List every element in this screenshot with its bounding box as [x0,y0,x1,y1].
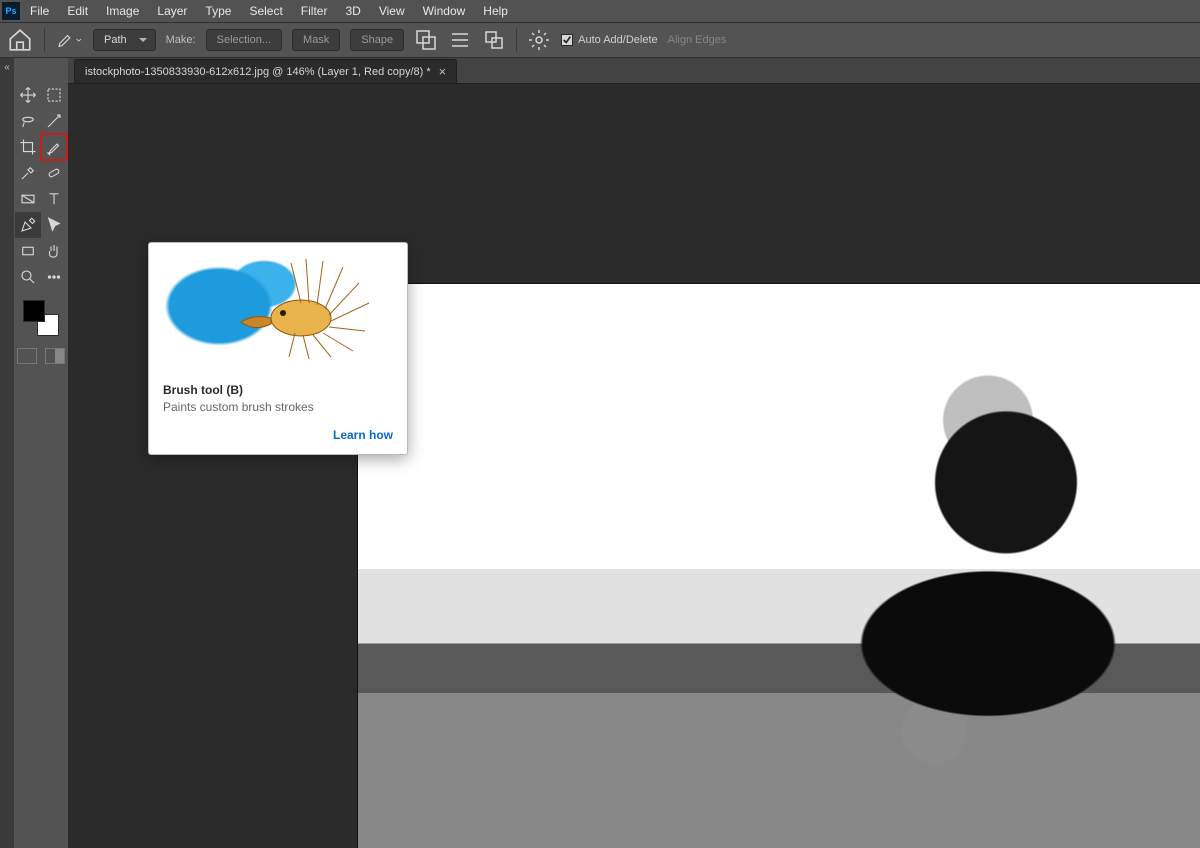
canvas-viewport[interactable]: Brush tool (B) Paints custom brush strok… [68,84,1200,848]
edit-toolbar[interactable] [41,264,67,290]
ellipsis-icon [45,268,63,286]
eyedropper-tool[interactable] [15,160,41,186]
workspace: « [0,58,1200,848]
path-ops-icon [414,28,438,52]
menu-3d[interactable]: 3D [337,1,368,21]
make-selection-button[interactable]: Selection... [206,29,282,51]
checkbox-checked-icon [561,34,573,46]
brush-tool[interactable] [41,134,67,160]
document-area: istockphoto-1350833930-612x612.jpg @ 146… [68,58,1200,848]
gradient-icon [19,190,37,208]
lasso-tool[interactable] [15,108,41,134]
path-mode-select[interactable]: Path [93,29,156,51]
menu-edit[interactable]: Edit [59,1,96,21]
crop-icon [19,138,37,156]
menu-view[interactable]: View [371,1,413,21]
app-logo: Ps [2,2,20,20]
tools-panel [14,58,68,848]
chevron-down-icon [76,36,82,44]
spot-heal-tool[interactable] [41,160,67,186]
brush-icon [45,138,63,156]
crop-tool[interactable] [15,134,41,160]
options-bar: Path Make: Selection... Mask Shape Auto … [0,22,1200,58]
menu-help[interactable]: Help [475,1,516,21]
gradient-tool[interactable] [15,186,41,212]
canvas-image-content [358,284,1200,848]
quick-mask-mode-button[interactable] [45,348,65,364]
pen-icon [19,216,37,234]
menu-bar: Ps File Edit Image Layer Type Select Fil… [0,0,1200,22]
foreground-color-swatch[interactable] [23,300,45,322]
move-tool[interactable] [15,82,41,108]
separator [44,28,45,52]
path-arrangement-button[interactable] [482,28,506,52]
wand-icon [45,112,63,130]
hand-icon [45,242,63,260]
lasso-icon [19,112,37,130]
menu-type[interactable]: Type [197,1,239,21]
gear-icon [527,28,551,52]
quick-select-tool[interactable] [41,108,67,134]
pen-tool[interactable] [15,212,41,238]
home-button[interactable] [6,26,34,54]
rectangle-tool[interactable] [15,238,41,264]
menu-window[interactable]: Window [415,1,474,21]
type-icon [45,190,63,208]
make-label: Make: [166,34,196,46]
zoom-tool[interactable] [15,264,41,290]
close-tab-button[interactable]: × [439,65,447,78]
tooltip-title: Brush tool (B) [163,383,393,397]
auto-add-delete-toggle[interactable]: Auto Add/Delete [561,34,658,46]
tooltip-learn-how-link[interactable]: Learn how [163,428,393,442]
arrow-cursor-icon [45,216,63,234]
marquee-tool[interactable] [41,82,67,108]
separator [516,28,517,52]
path-select-tool[interactable] [41,212,67,238]
bandage-icon [45,164,63,182]
path-mode-label: Path [104,34,127,46]
auto-add-delete-label: Auto Add/Delete [578,34,658,46]
zoom-icon [19,268,37,286]
home-icon [7,27,33,53]
hand-tool[interactable] [41,238,67,264]
collapse-panels-button[interactable]: « [4,62,10,73]
tooltip-preview [149,243,407,373]
current-tool-indicator[interactable] [55,26,83,54]
menu-image[interactable]: Image [98,1,147,21]
standard-mode-button[interactable] [17,348,37,364]
document-tab-title: istockphoto-1350833930-612x612.jpg @ 146… [85,66,431,78]
foreground-background-colors[interactable] [21,298,61,338]
panel-collapse-column: « [0,58,14,848]
tooltip-fish-illustration [231,253,381,363]
type-tool[interactable] [41,186,67,212]
marquee-icon [45,86,63,104]
tooltip-description: Paints custom brush strokes [163,400,393,414]
pen-icon [56,31,74,49]
eyedropper-icon [19,164,37,182]
menu-filter[interactable]: Filter [293,1,336,21]
menu-select[interactable]: Select [241,1,290,21]
canvas[interactable] [358,284,1200,848]
make-shape-button[interactable]: Shape [350,29,404,51]
arrange-icon [482,28,506,52]
align-icon [448,28,472,52]
tool-rich-tooltip: Brush tool (B) Paints custom brush strok… [148,242,408,455]
path-operations-button[interactable] [414,28,438,52]
document-tab-bar: istockphoto-1350833930-612x612.jpg @ 146… [68,58,1200,84]
path-alignment-button[interactable] [448,28,472,52]
rectangle-icon [19,242,37,260]
document-tab[interactable]: istockphoto-1350833930-612x612.jpg @ 146… [74,59,457,83]
path-options-gear[interactable] [527,28,551,52]
make-mask-button[interactable]: Mask [292,29,340,51]
align-edges-label: Align Edges [668,34,727,46]
menu-layer[interactable]: Layer [149,1,195,21]
menu-file[interactable]: File [22,1,57,21]
move-icon [19,86,37,104]
